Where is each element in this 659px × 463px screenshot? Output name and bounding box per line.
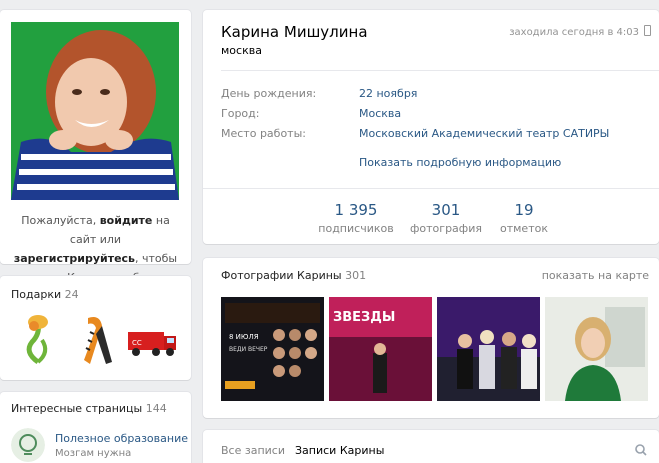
poster-text: ВЕДИ ВЕЧЕР	[229, 346, 268, 353]
gift-truck-icon[interactable]: CC	[124, 312, 180, 368]
mobile-phone-icon	[644, 25, 651, 36]
counter-number: 301	[431, 201, 461, 219]
svg-text:CC: CC	[132, 339, 142, 347]
tab-own-posts[interactable]: Записи Карины	[295, 444, 384, 457]
interesting-count: 144	[145, 402, 167, 415]
profile-info-card: Карина Мишулина москва заходила сегодня …	[203, 10, 659, 244]
profile-status: москва	[221, 44, 262, 57]
gifts-count: 24	[64, 288, 79, 301]
wall-block: Все записи Записи Карины	[203, 430, 659, 463]
interesting-page-avatar[interactable]	[11, 428, 45, 462]
photos-block: Фотографии Карины 301 показать на карте …	[203, 258, 659, 418]
profile-avatar[interactable]	[11, 22, 179, 200]
avatar-photo	[11, 22, 179, 200]
interesting-page-subtitle: Мозгам нужна	[55, 448, 132, 459]
photo-thumbnail[interactable]	[545, 297, 648, 401]
followers-counter[interactable]: 1 395 подписчиков	[311, 201, 401, 235]
show-on-map-link[interactable]: показать на карте	[542, 269, 649, 282]
photo-thumbnail[interactable]: ЗВЕЗДЫ	[329, 297, 432, 401]
register-link[interactable]: зарегистрируйтесь	[14, 252, 135, 265]
city-value[interactable]: Москва	[359, 107, 401, 120]
tags-counter[interactable]: 19 отметок	[479, 201, 569, 235]
gifts-title[interactable]: Подарки 24	[11, 288, 79, 301]
tab-all-posts[interactable]: Все записи	[221, 444, 285, 457]
show-more-info-link[interactable]: Показать подробную информацию	[359, 156, 561, 169]
show-banner-text: ЗВЕЗДЫ	[333, 310, 395, 325]
login-link[interactable]: войдите	[100, 214, 153, 227]
photos-counter[interactable]: 301 фотография	[401, 201, 491, 235]
profile-name: Карина Мишулина	[221, 23, 368, 41]
counter-label: отметок	[500, 222, 548, 235]
birthday-value[interactable]: 22 ноября	[359, 87, 417, 100]
gifts-title-label: Подарки	[11, 288, 62, 301]
divider	[203, 188, 659, 189]
counter-label: фотография	[410, 222, 482, 235]
photos-title-label: Фотографии Карины	[221, 269, 342, 282]
counter-label: подписчиков	[318, 222, 394, 235]
photo-thumbnail[interactable]: 8 ИЮЛЯ ВЕДИ ВЕЧЕР	[221, 297, 324, 401]
photo-thumbnail[interactable]	[437, 297, 540, 401]
divider	[221, 70, 659, 71]
gift-ribbon-icon[interactable]	[68, 312, 124, 368]
workplace-label: Место работы:	[221, 127, 306, 140]
poster-date: 8 ИЮЛЯ	[229, 333, 259, 341]
workplace-value[interactable]: Московский Академический театр САТИРЫ	[359, 127, 609, 140]
city-label: Город:	[221, 107, 260, 120]
photos-title[interactable]: Фотографии Карины 301	[221, 269, 366, 282]
interesting-title-label: Интересные страницы	[11, 402, 143, 415]
online-status: заходила сегодня в 4:03	[509, 27, 639, 38]
interesting-pages-title[interactable]: Интересные страницы 144	[11, 402, 167, 415]
login-prompt-text: Пожалуйста,	[21, 214, 100, 227]
counter-number: 1 395	[334, 201, 378, 219]
gift-flower-icon[interactable]	[10, 312, 66, 368]
interesting-page-title[interactable]: Полезное образование	[55, 432, 188, 445]
profile-avatar-card: Пожалуйста, войдите на сайт или зарегист…	[0, 10, 191, 284]
birthday-label: День рождения:	[221, 87, 317, 100]
photos-count: 301	[345, 269, 367, 282]
search-icon[interactable]	[635, 444, 647, 456]
counter-number: 19	[514, 201, 534, 219]
